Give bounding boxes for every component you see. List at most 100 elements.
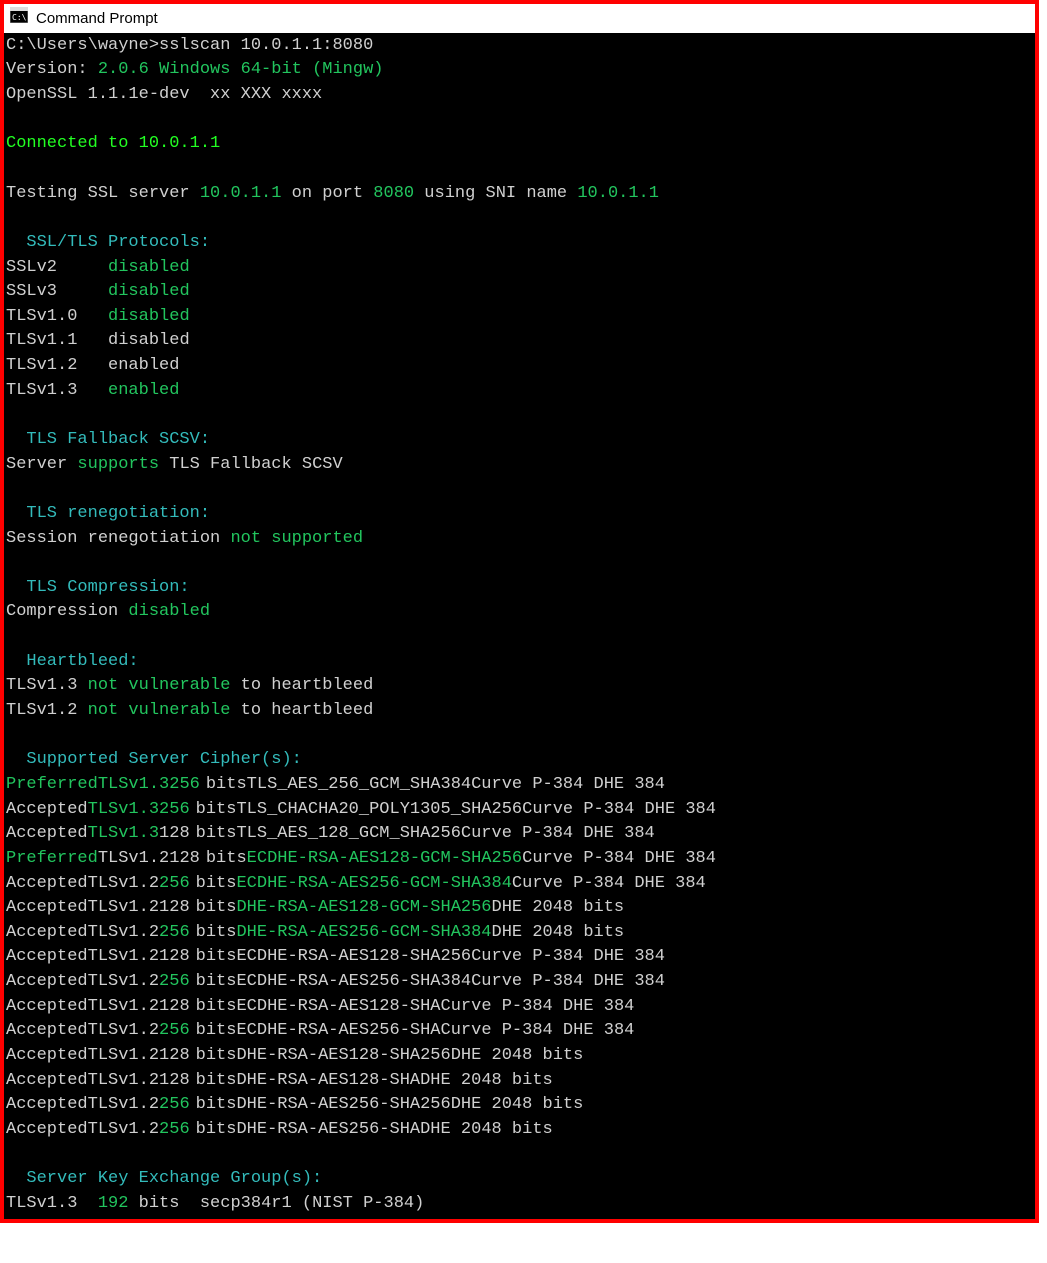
- cipher-bits-label: bits: [190, 1071, 237, 1090]
- cipher-proto: TLSv1.2: [88, 898, 159, 917]
- protocol-status: enabled: [108, 381, 179, 400]
- fallback-word: supports: [77, 455, 159, 474]
- heart-word: not vulnerable: [88, 701, 231, 720]
- connected-ip: 10.0.1.1: [139, 134, 221, 153]
- cipher-name: ECDHE-RSA-AES128-GCM-SHA256: [247, 849, 522, 868]
- cipher-bits-label: bits: [190, 947, 237, 966]
- cipher-name: TLS_AES_128_GCM_SHA256: [236, 824, 460, 843]
- cipher-curve: Curve P-384 DHE 384: [471, 947, 665, 966]
- comp-pre: Compression: [6, 602, 128, 621]
- cipher-proto: TLSv1.2: [88, 923, 159, 942]
- reneg-word: not supported: [230, 529, 363, 548]
- cipher-name: TLS_AES_256_GCM_SHA384: [247, 775, 471, 794]
- protocol-row: TLSv1.1 disabled: [6, 329, 1035, 354]
- kex-name: secp384r1 (NIST P-384): [200, 1194, 424, 1213]
- cipher-curve: DHE 2048 bits: [420, 1120, 553, 1139]
- cmd-icon: C:\: [10, 7, 36, 30]
- protocol-status: disabled: [108, 307, 190, 326]
- comp-word: disabled: [128, 602, 210, 621]
- cipher-row: AcceptedTLSv1.2256bitsECDHE-RSA-AES256-S…: [6, 970, 1035, 995]
- cipher-proto: TLSv1.2: [88, 1071, 159, 1090]
- protocol-row: TLSv1.3 enabled: [6, 379, 1035, 404]
- cipher-status: Accepted: [6, 898, 88, 917]
- section-ciphers: Supported Server Cipher(s):: [6, 748, 1035, 773]
- heart-proto: TLSv1.2: [6, 701, 88, 720]
- protocol-name: TLSv1.0: [6, 307, 108, 326]
- cipher-bits: 256: [159, 874, 190, 893]
- cipher-bits-label: bits: [190, 824, 237, 843]
- cipher-proto: TLSv1.2: [88, 1095, 159, 1114]
- cipher-proto: TLSv1.2: [88, 997, 159, 1016]
- protocol-row: TLSv1.2 enabled: [6, 354, 1035, 379]
- cipher-row: PreferredTLSv1.2128bitsECDHE-RSA-AES128-…: [6, 847, 1035, 872]
- version-label: Version:: [6, 60, 88, 79]
- cipher-name: DHE-RSA-AES256-SHA256: [236, 1095, 450, 1114]
- cipher-name: DHE-RSA-AES256-SHA: [236, 1120, 420, 1139]
- cipher-bits-label: bits: [190, 898, 237, 917]
- window-titlebar[interactable]: C:\ Command Prompt: [4, 4, 1035, 34]
- cipher-name: DHE-RSA-AES128-GCM-SHA256: [236, 898, 491, 917]
- protocol-status: disabled: [108, 258, 190, 277]
- cipher-bits-label: bits: [190, 1021, 237, 1040]
- heart-proto: TLSv1.3: [6, 676, 88, 695]
- fallback-pre: Server: [6, 455, 77, 474]
- cipher-name: ECDHE-RSA-AES256-GCM-SHA384: [236, 874, 511, 893]
- testing-port: 8080: [373, 184, 414, 203]
- cipher-status: Accepted: [6, 874, 88, 893]
- cipher-name: DHE-RSA-AES256-GCM-SHA384: [236, 923, 491, 942]
- testing-text-2: on port: [281, 184, 373, 203]
- reneg-pre: Session renegotiation: [6, 529, 230, 548]
- cipher-curve: DHE 2048 bits: [492, 898, 625, 917]
- cipher-bits: 256: [159, 1095, 190, 1114]
- cipher-curve: Curve P-384 DHE 384: [522, 849, 716, 868]
- cipher-bits: 128: [159, 1071, 190, 1090]
- cipher-bits-label: bits: [190, 1095, 237, 1114]
- cipher-row: AcceptedTLSv1.2256bitsDHE-RSA-AES256-SHA…: [6, 1118, 1035, 1143]
- cipher-curve: Curve P-384 DHE 384: [471, 972, 665, 991]
- protocol-name: SSLv2: [6, 258, 108, 277]
- cipher-status: Accepted: [6, 972, 88, 991]
- version-value: 2.0.6 Windows 64-bit (Mingw): [98, 60, 384, 79]
- cipher-row: AcceptedTLSv1.2256bitsECDHE-RSA-AES256-G…: [6, 872, 1035, 897]
- cipher-bits-label: bits: [200, 775, 247, 794]
- cipher-name: TLS_CHACHA20_POLY1305_SHA256: [236, 800, 522, 819]
- protocol-name: TLSv1.2: [6, 356, 108, 375]
- cipher-curve: DHE 2048 bits: [492, 923, 625, 942]
- cipher-proto: TLSv1.3: [98, 775, 169, 794]
- section-kex: Server Key Exchange Group(s):: [6, 1167, 1035, 1192]
- cipher-bits: 256: [159, 923, 190, 942]
- cipher-proto: TLSv1.2: [88, 1120, 159, 1139]
- cipher-status: Preferred: [6, 849, 98, 868]
- section-protocols: SSL/TLS Protocols:: [6, 231, 1035, 256]
- section-reneg: TLS renegotiation:: [6, 502, 1035, 527]
- cipher-status: Accepted: [6, 1071, 88, 1090]
- cipher-curve: Curve P-384 DHE 384: [441, 1021, 635, 1040]
- cipher-bits: 256: [159, 1120, 190, 1139]
- cipher-bits: 256: [159, 972, 190, 991]
- terminal-output[interactable]: C:\Users\wayne>sslscan 10.0.1.1:8080Vers…: [4, 34, 1035, 1219]
- cipher-name: ECDHE-RSA-AES128-SHA: [236, 997, 440, 1016]
- openssl-line: OpenSSL 1.1.1e-dev xx XXX xxxx: [6, 83, 1035, 108]
- window-title: Command Prompt: [36, 8, 158, 30]
- heartbleed-row: TLSv1.3 not vulnerable to heartbleed: [6, 674, 1035, 699]
- cipher-row: AcceptedTLSv1.2256bitsDHE-RSA-AES256-SHA…: [6, 1093, 1035, 1118]
- testing-text-3: using SNI name: [414, 184, 577, 203]
- cipher-row: AcceptedTLSv1.2128bitsDHE-RSA-AES128-SHA…: [6, 1069, 1035, 1094]
- protocol-status: disabled: [108, 331, 190, 350]
- protocol-name: SSLv3: [6, 282, 108, 301]
- cipher-bits: 128: [159, 947, 190, 966]
- cipher-bits: 128: [159, 898, 190, 917]
- protocol-name: TLSv1.3: [6, 381, 108, 400]
- protocol-status: disabled: [108, 282, 190, 301]
- cipher-name: DHE-RSA-AES128-SHA: [236, 1071, 420, 1090]
- cipher-status: Accepted: [6, 824, 88, 843]
- cipher-row: AcceptedTLSv1.3256bitsTLS_CHACHA20_POLY1…: [6, 798, 1035, 823]
- cipher-bits: 128: [159, 824, 190, 843]
- cipher-status: Accepted: [6, 800, 88, 819]
- cipher-bits: 128: [159, 997, 190, 1016]
- cipher-bits-label: bits: [190, 997, 237, 1016]
- command: sslscan 10.0.1.1:8080: [159, 36, 373, 55]
- cipher-proto: TLSv1.2: [98, 849, 169, 868]
- cipher-status: Accepted: [6, 1095, 88, 1114]
- heart-word: not vulnerable: [88, 676, 231, 695]
